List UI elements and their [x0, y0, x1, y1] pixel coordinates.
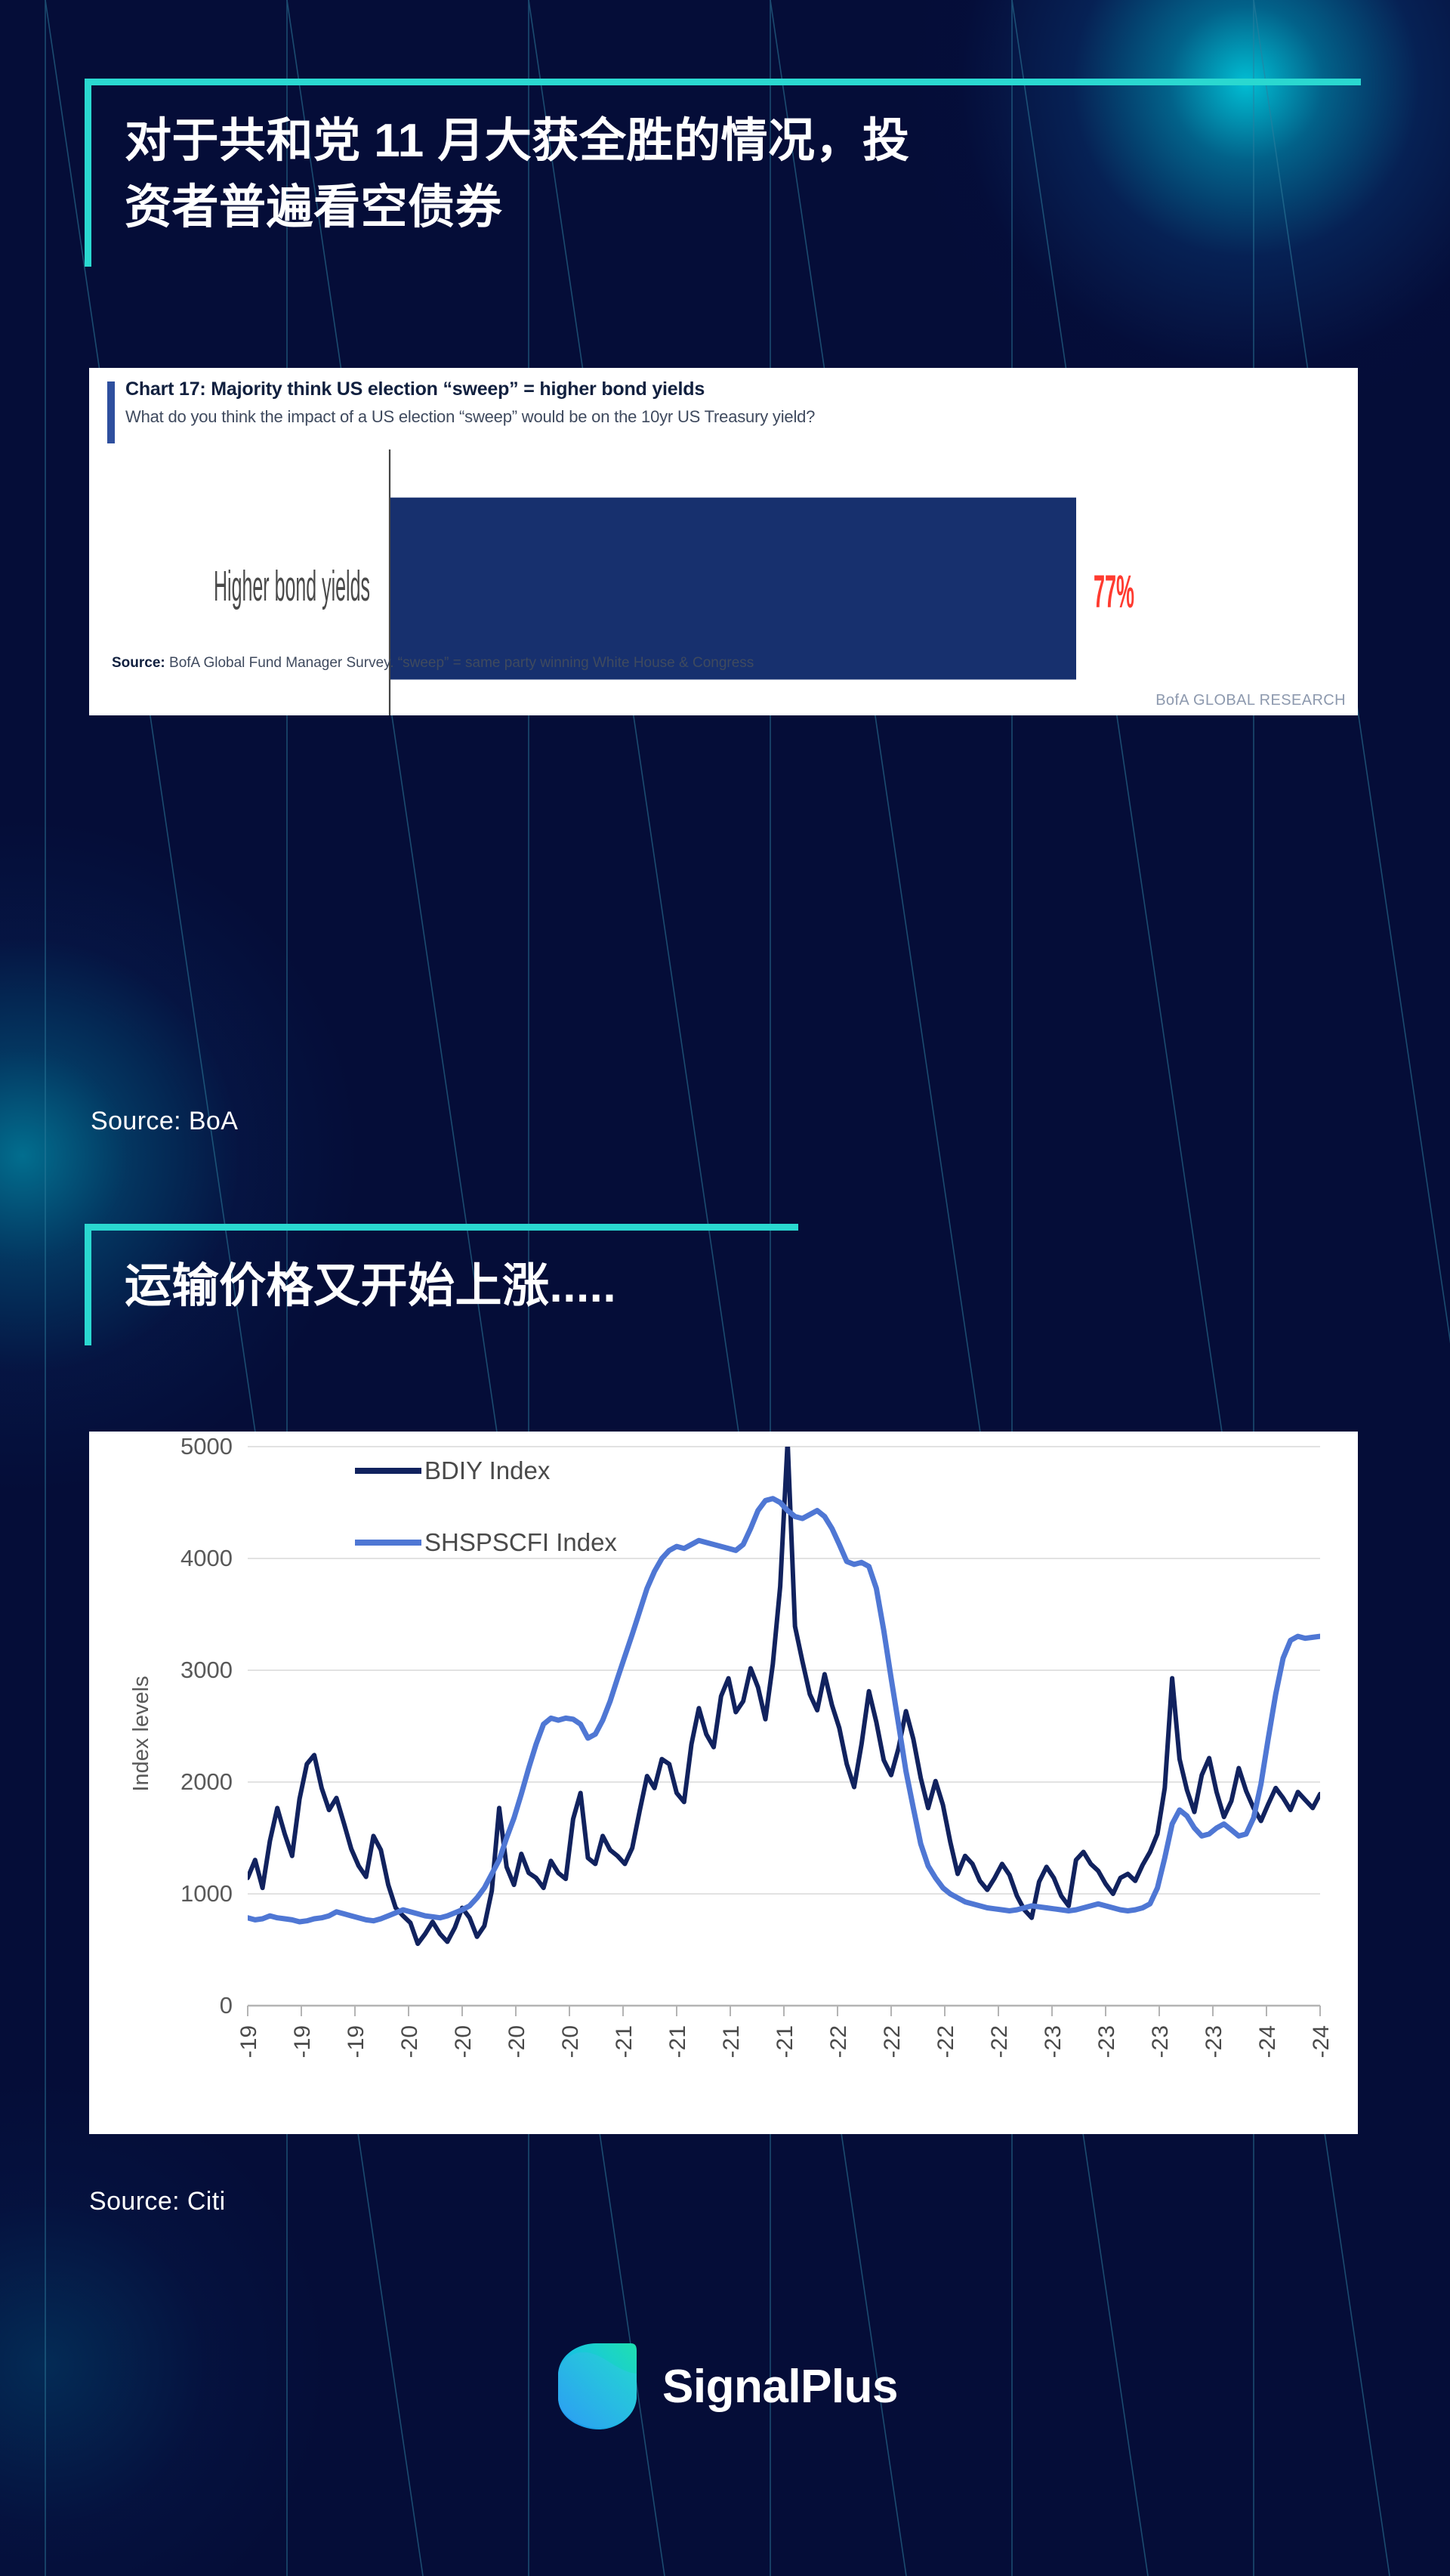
citi-y-axis-title: Index levels [129, 1676, 153, 1791]
citi-x-tick-label: -24 [1255, 2025, 1280, 2058]
svg-text:77%: 77% [1094, 567, 1134, 619]
boa-bar-chart-plot: Higher bond yields Lower bond yields 77%… [214, 449, 1134, 715]
citi-x-tick-label: -23 [1202, 2025, 1226, 2058]
citi-x-tick-label: -23 [1148, 2025, 1173, 2058]
citi-x-tick-label: -20 [504, 2025, 529, 2058]
citi-x-tick-label: -22 [987, 2025, 1012, 2058]
svg-text:2000: 2000 [180, 1768, 233, 1795]
citi-chart-card: 0 1000 2000 3000 4000 5000 Index levels … [89, 1432, 1358, 2134]
citi-x-tick-label: -22 [933, 2025, 958, 2058]
svg-text:5000: 5000 [180, 1433, 233, 1459]
headline-text-2: 运输价格又开始上涨..... [125, 1260, 617, 1312]
boa-title-accent-bar [107, 381, 115, 443]
boa-source-text: BofA Global Fund Manager Survey. “sweep”… [169, 655, 754, 671]
line-shspscfi-index [248, 1496, 1320, 1925]
signalplus-wave-icon [558, 2343, 637, 2429]
legend-label-bdiy: BDIY Index [424, 1456, 551, 1484]
citi-x-tick-label: -22 [826, 2025, 851, 2058]
boa-chart-source: Source: BofA Global Fund Manager Survey.… [112, 655, 754, 672]
citi-series-group [248, 1447, 1320, 1947]
svg-text:Higher bond yields: Higher bond yields [214, 563, 370, 610]
citi-x-tick-label: -19 [290, 2025, 315, 2058]
source-caption-boa: Source: BoA [91, 1107, 239, 1135]
svg-text:4000: 4000 [180, 1545, 233, 1571]
citi-x-tick-label: -22 [880, 2025, 905, 2058]
citi-x-tick-label: -19 [236, 2025, 261, 2058]
headline-text-1: 对于共和党 11 月大获全胜的情况，投 资者普遍看空债券 [125, 115, 910, 234]
citi-x-tick-label: -20 [397, 2025, 422, 2058]
citi-x-tick-label: -21 [612, 2025, 637, 2058]
source-caption-citi: Source: Citi [89, 2187, 226, 2216]
line-bdiy-index [248, 1447, 1320, 1947]
headline-block-1: 对于共和党 11 月大获全胜的情况，投 资者普遍看空债券 [85, 79, 1361, 267]
citi-x-tick-label: -20 [558, 2025, 583, 2058]
svg-text:3000: 3000 [180, 1657, 233, 1683]
citi-legend: BDIY Index SHSPSCFI Index [355, 1456, 617, 1556]
bar-higher-bond-yields [390, 497, 1076, 680]
boa-chart-subtitle: What do you think the impact of a US ele… [125, 407, 816, 426]
headline-block-2: 运输价格又开始上涨..... [85, 1224, 798, 1346]
citi-x-tick-label: -21 [773, 2025, 798, 2058]
svg-text:0: 0 [220, 1992, 233, 2018]
citi-x-tick-label: -19 [344, 2025, 369, 2058]
citi-x-tick-label: -23 [1094, 2025, 1119, 2058]
svg-text:1000: 1000 [180, 1880, 233, 1907]
footer-branding: SignalPlus [0, 2342, 1450, 2431]
citi-x-tick-label: -21 [719, 2025, 744, 2058]
infographic-page: 对于共和党 11 月大获全胜的情况，投 资者普遍看空债券 Chart 17: M… [0, 0, 1450, 2576]
boa-chart-title: Chart 17: Majority think US election “sw… [125, 378, 705, 400]
boa-source-label: Source: [112, 655, 165, 671]
glow-bottom-left [0, 2077, 332, 2576]
citi-x-tick-label: -21 [665, 2025, 690, 2058]
citi-line-chart-plot: 0 1000 2000 3000 4000 5000 Index levels … [129, 1433, 1334, 2058]
citi-x-tick-label: -20 [451, 2025, 476, 2058]
signalplus-wordmark: SignalPlus [662, 2360, 898, 2413]
citi-x-tick-label: -24 [1309, 2025, 1334, 2058]
glow-left [0, 816, 362, 1496]
legend-label-shspscfi: SHSPSCFI Index [424, 1528, 617, 1556]
boa-chart-card: Chart 17: Majority think US election “sw… [89, 368, 1358, 715]
boa-brand-text: BofA GLOBAL RESEARCH [1155, 692, 1346, 709]
citi-x-tick-label: -23 [1041, 2025, 1066, 2058]
